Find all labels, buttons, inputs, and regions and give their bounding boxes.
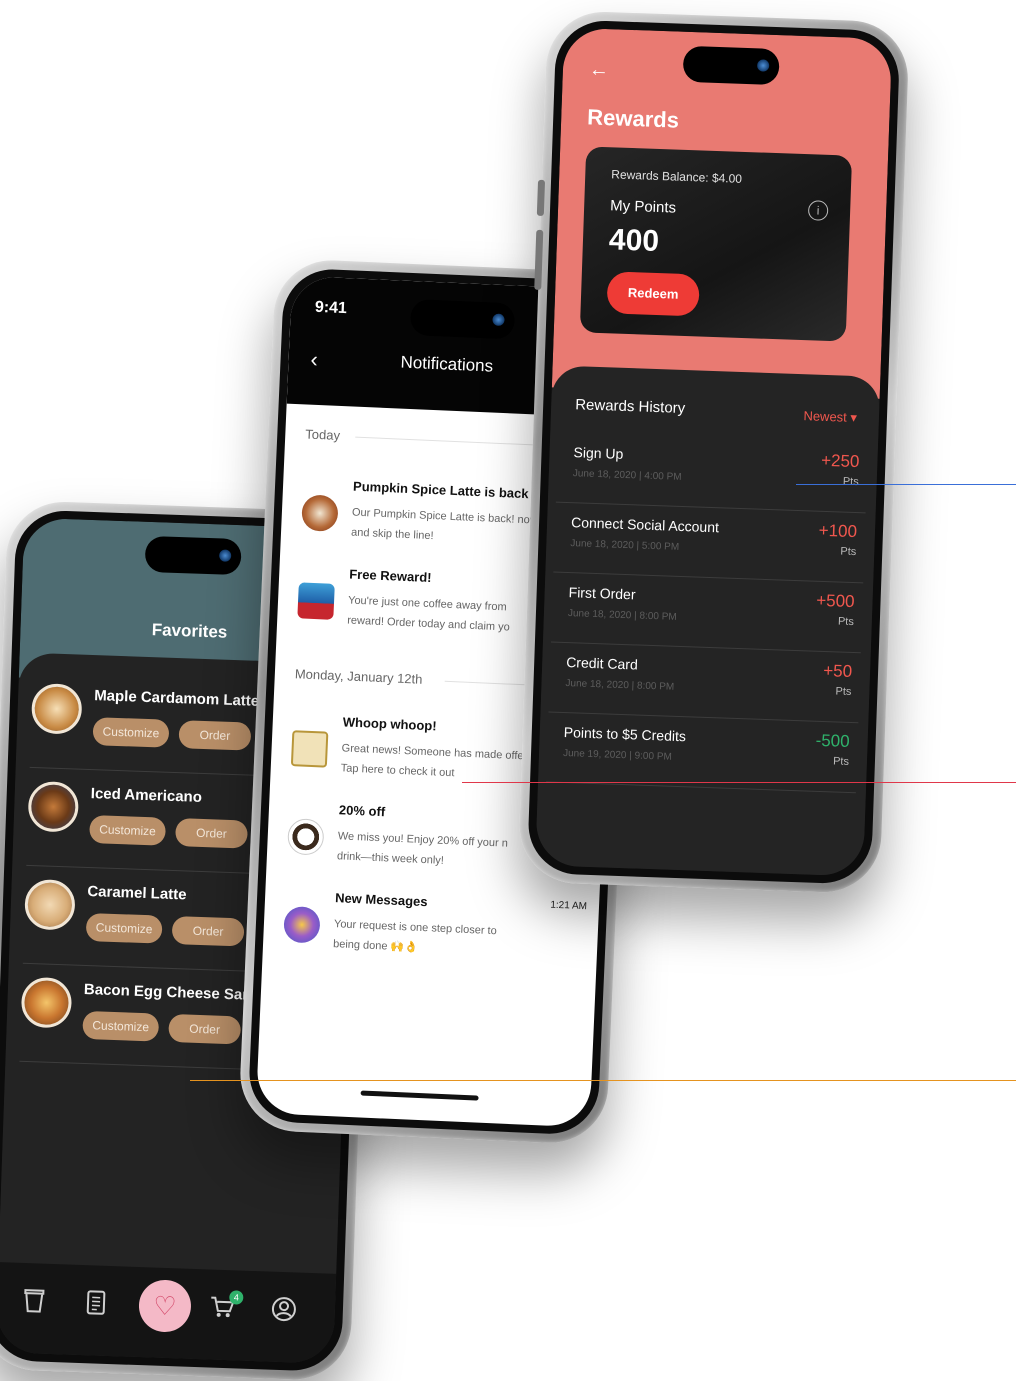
notification-item[interactable]: New Messages 1:21 AM Your request is one… bbox=[282, 888, 591, 971]
notification-body: We miss you! Enjoy 20% off your n drink—… bbox=[336, 830, 509, 867]
volume-button bbox=[536, 179, 546, 216]
history-row: Sign Up June 18, 2020 | 4:00 PM +250 Pts bbox=[555, 433, 869, 514]
home-indicator bbox=[360, 1090, 479, 1101]
history-title: Rewards History bbox=[574, 396, 686, 418]
history-amount: -500 bbox=[815, 730, 850, 751]
history-date: June 18, 2020 | 8:00 PM bbox=[567, 608, 677, 623]
notification-body: Our Pumpkin Spice Latte is back! now and… bbox=[350, 506, 538, 543]
camera-icon bbox=[492, 313, 505, 327]
rewards-balance: Rewards Balance: $4.00 bbox=[611, 167, 743, 186]
phone-bezel: ← Rewards Rewards Balance: $4.00 My Poin… bbox=[526, 19, 901, 885]
notification-title: Whoop whoop! bbox=[342, 714, 437, 734]
tab-bar: ♡ 4 bbox=[0, 1262, 337, 1364]
connector-line-red bbox=[462, 782, 1016, 783]
history-name: Credit Card bbox=[565, 654, 639, 673]
history-unit: Pts bbox=[842, 475, 859, 489]
order-button[interactable]: Order bbox=[178, 720, 252, 751]
history-date: June 19, 2020 | 9:00 PM bbox=[562, 747, 672, 763]
sort-label: Newest bbox=[803, 408, 848, 425]
notification-title: New Messages bbox=[334, 890, 428, 910]
history-date: June 18, 2020 | 8:00 PM bbox=[565, 678, 675, 693]
iced-americano-thumbnail bbox=[27, 780, 80, 833]
history-date: June 18, 2020 | 5:00 PM bbox=[570, 538, 680, 553]
notification-body: You're just one coffee away from reward!… bbox=[346, 594, 511, 634]
sort-dropdown[interactable]: Newest ▾ bbox=[803, 408, 857, 426]
history-row: First Order June 18, 2020 | 8:00 PM +500… bbox=[550, 573, 864, 654]
item-name: Iced Americano bbox=[90, 785, 203, 806]
customize-button[interactable]: Customize bbox=[92, 717, 170, 748]
history-name: First Order bbox=[568, 584, 636, 603]
cup-icon[interactable] bbox=[18, 1287, 49, 1318]
history-unit: Pts bbox=[835, 685, 852, 698]
history-unit: Pts bbox=[837, 615, 855, 629]
cart-count-badge: 4 bbox=[229, 1290, 244, 1305]
notification-body: Great news! Someone has made offer. Tap … bbox=[340, 742, 530, 780]
favorites-heart-icon[interactable]: ♡ bbox=[138, 1279, 192, 1333]
history-unit: Pts bbox=[840, 545, 857, 559]
profile-icon[interactable] bbox=[268, 1296, 299, 1327]
notification-title: Pumpkin Spice Latte is back bbox=[352, 478, 529, 502]
order-button[interactable]: Order bbox=[171, 915, 245, 947]
coffee-cup-logo-icon bbox=[287, 818, 325, 856]
item-name: Caramel Latte bbox=[87, 883, 187, 904]
latte-thumbnail bbox=[30, 682, 83, 735]
order-button[interactable]: Order bbox=[175, 818, 248, 849]
customize-button[interactable]: Customize bbox=[82, 1010, 160, 1042]
cart-icon[interactable]: 4 bbox=[206, 1290, 244, 1324]
dynamic-island bbox=[144, 535, 242, 576]
status-time: 9:41 bbox=[314, 298, 348, 318]
bagel-logo-icon bbox=[297, 582, 335, 620]
points-label: My Points bbox=[609, 197, 677, 217]
caramel-latte-thumbnail bbox=[24, 878, 76, 931]
info-icon[interactable]: i bbox=[807, 200, 829, 221]
lotus-logo-icon bbox=[283, 905, 321, 944]
back-chevron-icon[interactable]: ‹ bbox=[310, 347, 318, 373]
volume-button bbox=[534, 229, 544, 290]
history-amount: +250 bbox=[820, 450, 860, 472]
customize-button[interactable]: Customize bbox=[85, 912, 163, 944]
history-row: Credit Card June 18, 2020 | 8:00 PM +50 … bbox=[548, 643, 861, 724]
customize-button[interactable]: Customize bbox=[89, 815, 167, 846]
history-name: Connect Social Account bbox=[570, 514, 720, 536]
page-title: Rewards bbox=[586, 104, 680, 133]
coffee-shop-logo-icon bbox=[290, 730, 329, 768]
dynamic-island bbox=[409, 298, 516, 340]
camera-icon bbox=[756, 59, 770, 72]
history-row: Connect Social Account June 18, 2020 | 5… bbox=[553, 503, 866, 584]
sandwich-thumbnail bbox=[20, 976, 73, 1029]
notification-title: 20% off bbox=[338, 802, 386, 820]
pumpkin-latte-logo-icon bbox=[301, 494, 339, 532]
points-card: Rewards Balance: $4.00 My Points 400 i R… bbox=[579, 146, 853, 342]
connector-line-blue bbox=[796, 484, 1016, 485]
points-value: 400 bbox=[608, 223, 660, 259]
history-amount: +500 bbox=[815, 590, 855, 612]
section-label: Today bbox=[305, 426, 341, 443]
rewards-header: ← Rewards Rewards Balance: $4.00 My Poin… bbox=[551, 27, 893, 399]
connector-line-orange bbox=[190, 1080, 1016, 1081]
history-unit: Pts bbox=[832, 755, 850, 768]
history-date: June 18, 2020 | 4:00 PM bbox=[572, 468, 682, 483]
notification-title: Free Reward! bbox=[348, 566, 432, 586]
dynamic-island bbox=[682, 45, 780, 86]
menu-list-icon[interactable] bbox=[80, 1289, 111, 1320]
rewards-screen: ← Rewards Rewards Balance: $4.00 My Poin… bbox=[535, 27, 893, 877]
order-button[interactable]: Order bbox=[168, 1013, 242, 1045]
notification-time: 1:21 AM bbox=[550, 899, 588, 913]
history-name: Points to $5 Credits bbox=[563, 723, 687, 745]
rewards-phone: ← Rewards Rewards Balance: $4.00 My Poin… bbox=[517, 10, 910, 895]
camera-icon bbox=[218, 549, 232, 562]
item-name: Maple Cardamom Latte bbox=[93, 687, 260, 710]
notification-body: Your request is one step closer to being… bbox=[332, 918, 497, 954]
rewards-history-panel: Rewards History Newest ▾ Sign Up June 18… bbox=[535, 365, 881, 877]
chevron-down-icon: ▾ bbox=[850, 409, 858, 426]
back-arrow-icon[interactable]: ← bbox=[589, 58, 610, 82]
history-amount: +50 bbox=[822, 661, 853, 682]
page-title: Notifications bbox=[400, 352, 494, 376]
section-label: Monday, January 12th bbox=[294, 666, 423, 687]
history-name: Sign Up bbox=[573, 444, 624, 462]
redeem-button[interactable]: Redeem bbox=[606, 271, 700, 317]
history-amount: +100 bbox=[818, 520, 858, 542]
